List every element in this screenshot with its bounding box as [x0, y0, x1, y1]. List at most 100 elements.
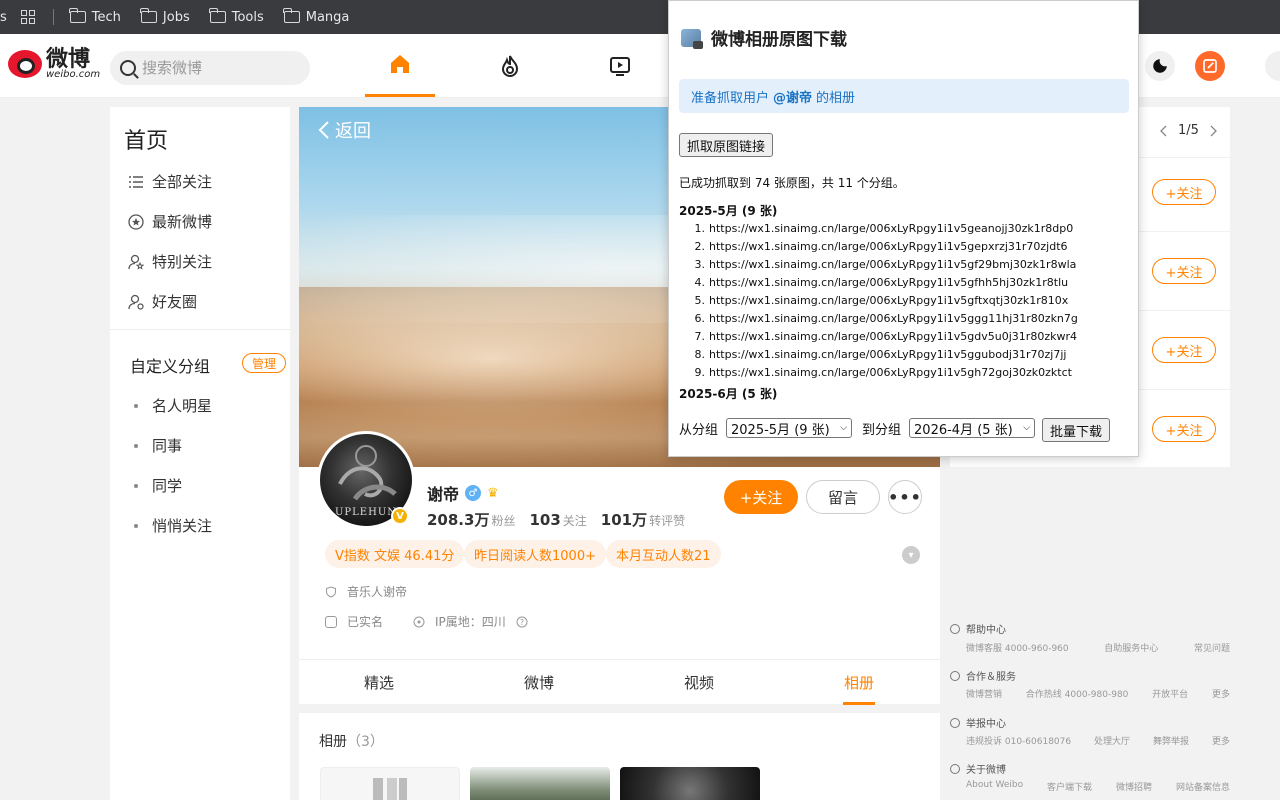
list-item[interactable]: 8. https://wx1.sinaimg.cn/large/006xLyRpg… — [679, 346, 1078, 364]
group-item-celebrities[interactable]: 名人明星 — [134, 395, 212, 416]
footer-help-title[interactable]: 帮助中心 — [950, 621, 1006, 636]
list-item[interactable]: 5. https://wx1.sinaimg.cn/large/006xLyRpg… — [679, 292, 1078, 310]
dark-mode-button[interactable] — [1145, 51, 1175, 81]
more-header-button[interactable] — [1265, 51, 1280, 81]
compose-button[interactable] — [1195, 51, 1225, 81]
star-icon — [128, 213, 144, 230]
verified-badge-icon: V — [391, 507, 409, 525]
bullet-dot — [134, 483, 138, 488]
bookmark-tools[interactable]: Tools — [209, 8, 264, 25]
svg-text:?: ? — [520, 618, 524, 627]
sidebar-item-special[interactable]: 特别关注 — [128, 251, 212, 272]
tab-video[interactable]: 视频 — [659, 660, 739, 705]
footer-link[interactable]: About Weibo — [966, 780, 1023, 793]
heart-icon — [950, 670, 960, 681]
search-box[interactable] — [110, 51, 310, 85]
tag-daily-readers[interactable]: 昨日阅读人数1000+ — [464, 540, 606, 568]
nav-hot[interactable] — [475, 34, 545, 97]
bookmark-jobs[interactable]: Jobs — [140, 8, 190, 25]
tab-weibo[interactable]: 微博 — [499, 660, 579, 705]
back-button[interactable]: 返回 — [317, 117, 371, 143]
list-item[interactable]: 9. https://wx1.sinaimg.cn/large/006xLyRpg… — [679, 364, 1078, 382]
tab-featured[interactable]: 精选 — [339, 660, 419, 705]
footer-report-title[interactable]: 举报中心 — [950, 715, 1006, 730]
footer-partner-title[interactable]: 合作＆服务 — [950, 668, 1016, 683]
weibo-logo[interactable]: 微博 weibo.com — [8, 48, 100, 80]
footer-link[interactable]: 更多 — [1212, 687, 1230, 700]
fetch-links-button[interactable]: 抓取原图链接 — [679, 133, 774, 157]
search-input[interactable] — [142, 59, 302, 77]
bio-text: 音乐人谢帝 — [347, 585, 408, 599]
footer-link[interactable]: 微博客服 4000-960-960 — [966, 641, 1069, 654]
recommend-follow-button-2[interactable]: +关注 — [1152, 258, 1216, 284]
meta-row: 已实名 IP属地：四川 ? — [325, 613, 528, 630]
more-options-button[interactable]: ••• — [888, 480, 922, 514]
footer-link[interactable]: 开放平台 — [1152, 687, 1188, 700]
list-item[interactable]: 3. https://wx1.sinaimg.cn/large/006xLyRpg… — [679, 256, 1078, 274]
sidebar-item-latest[interactable]: 最新微博 — [128, 211, 212, 232]
footer-link[interactable]: 客户端下载 — [1047, 780, 1092, 793]
nav-home[interactable] — [365, 34, 435, 97]
help-circle-icon[interactable]: ? — [516, 616, 528, 628]
video-icon — [610, 56, 630, 76]
weibo-eye-icon — [8, 50, 42, 78]
success-message: 已成功抓取到 74 张原图，共 11 个分组。 — [679, 176, 905, 190]
tab-album[interactable]: 相册 — [819, 660, 899, 705]
chevron-down-icon[interactable]: ▾ — [902, 546, 920, 564]
footer-link[interactable]: 网站备案信息 — [1176, 780, 1230, 793]
group-item-colleagues[interactable]: 同事 — [134, 435, 182, 456]
sidebar-item-all-follows[interactable]: 全部关注 — [128, 171, 212, 192]
album-thumbnail-3[interactable] — [620, 767, 760, 800]
album-thumbnail-2[interactable] — [470, 767, 610, 800]
stat-reposts: 101万 转评赞 — [600, 511, 686, 529]
footer-link[interactable]: 常见问题 — [1194, 641, 1230, 654]
bookmark-manga[interactable]: Manga — [283, 8, 349, 25]
batch-download-button[interactable]: 批量下载 — [1042, 418, 1111, 442]
bookmark-fragment: s — [0, 9, 7, 25]
list-item[interactable]: 7. https://wx1.sinaimg.cn/large/006xLyRpg… — [679, 328, 1078, 346]
bookmark-tech[interactable]: Tech — [69, 8, 121, 25]
image-link-list: 1. https://wx1.sinaimg.cn/large/006xLyRpg… — [679, 220, 1078, 382]
headset-icon — [950, 623, 960, 634]
gender-male-icon: ♂ — [465, 485, 482, 501]
recommend-follow-button-4[interactable]: +关注 — [1152, 416, 1216, 442]
from-group-select[interactable]: 2025-5月 (9 张) ⌵ — [726, 418, 853, 438]
range-select-row: 从分组 2025-5月 (9 张) ⌵ 到分组 2026-4月 (5 张) ⌵ — [679, 418, 1036, 438]
footer-link[interactable]: 微博招聘 — [1116, 780, 1152, 793]
stat-fans[interactable]: 208.3万 粉丝 — [427, 509, 515, 530]
group-item-secret[interactable]: 悄悄关注 — [134, 515, 212, 536]
follow-button[interactable]: +关注 — [724, 480, 798, 514]
footer-link[interactable]: 更多 — [1212, 734, 1230, 747]
ip-location-text: IP属地：四川 — [435, 615, 506, 629]
footer-link[interactable]: 微博营销 — [966, 687, 1002, 700]
custom-groups-title: 自定义分组 — [130, 357, 211, 376]
list-item[interactable]: 4. https://wx1.sinaimg.cn/large/006xLyRpg… — [679, 274, 1078, 292]
to-group-select[interactable]: 2026-4月 (5 张) ⌵ — [909, 418, 1036, 438]
footer-link[interactable]: 合作热线 4000-980-980 — [1026, 687, 1129, 700]
album-thumbnail-1[interactable] — [320, 767, 460, 800]
chevron-left-icon[interactable] — [1160, 125, 1168, 137]
tag-v-index[interactable]: V指数 文娱 46.41分 — [325, 540, 465, 568]
recommend-follow-button-3[interactable]: +关注 — [1152, 337, 1216, 363]
album-section: 相册（3） — [299, 713, 940, 800]
location-icon — [413, 616, 425, 627]
tag-monthly-interaction[interactable]: 本月互动人数21 — [606, 540, 721, 568]
chevron-right-icon[interactable] — [1209, 125, 1217, 137]
footer-link[interactable]: 违规投诉 010-60618076 — [966, 734, 1071, 747]
group-item-classmates[interactable]: 同学 — [134, 475, 182, 496]
apps-grid-icon[interactable] — [20, 10, 35, 24]
recommend-follow-button-1[interactable]: +关注 — [1152, 179, 1216, 205]
list-item[interactable]: 2. https://wx1.sinaimg.cn/large/006xLyRpg… — [679, 238, 1078, 256]
stat-following[interactable]: 103 关注 — [529, 511, 586, 529]
footer-link[interactable]: 自助服务中心 — [1104, 641, 1158, 654]
list-item[interactable]: 6. https://wx1.sinaimg.cn/large/006xLyRpg… — [679, 310, 1078, 328]
footer-link[interactable]: 处理大厅 — [1094, 734, 1130, 747]
nav-video[interactable] — [585, 34, 655, 97]
sidebar-item-friends[interactable]: 好友圈 — [128, 291, 197, 312]
popup-title-row: 微博相册原图下载 — [681, 25, 847, 50]
message-button[interactable]: 留言 — [806, 480, 880, 514]
manage-groups-button[interactable]: 管理 — [242, 353, 286, 373]
footer-link[interactable]: 舞弊举报 — [1153, 734, 1189, 747]
list-item[interactable]: 1. https://wx1.sinaimg.cn/large/006xLyRpg… — [679, 220, 1078, 238]
footer-about-title[interactable]: 关于微博 — [950, 761, 1006, 776]
